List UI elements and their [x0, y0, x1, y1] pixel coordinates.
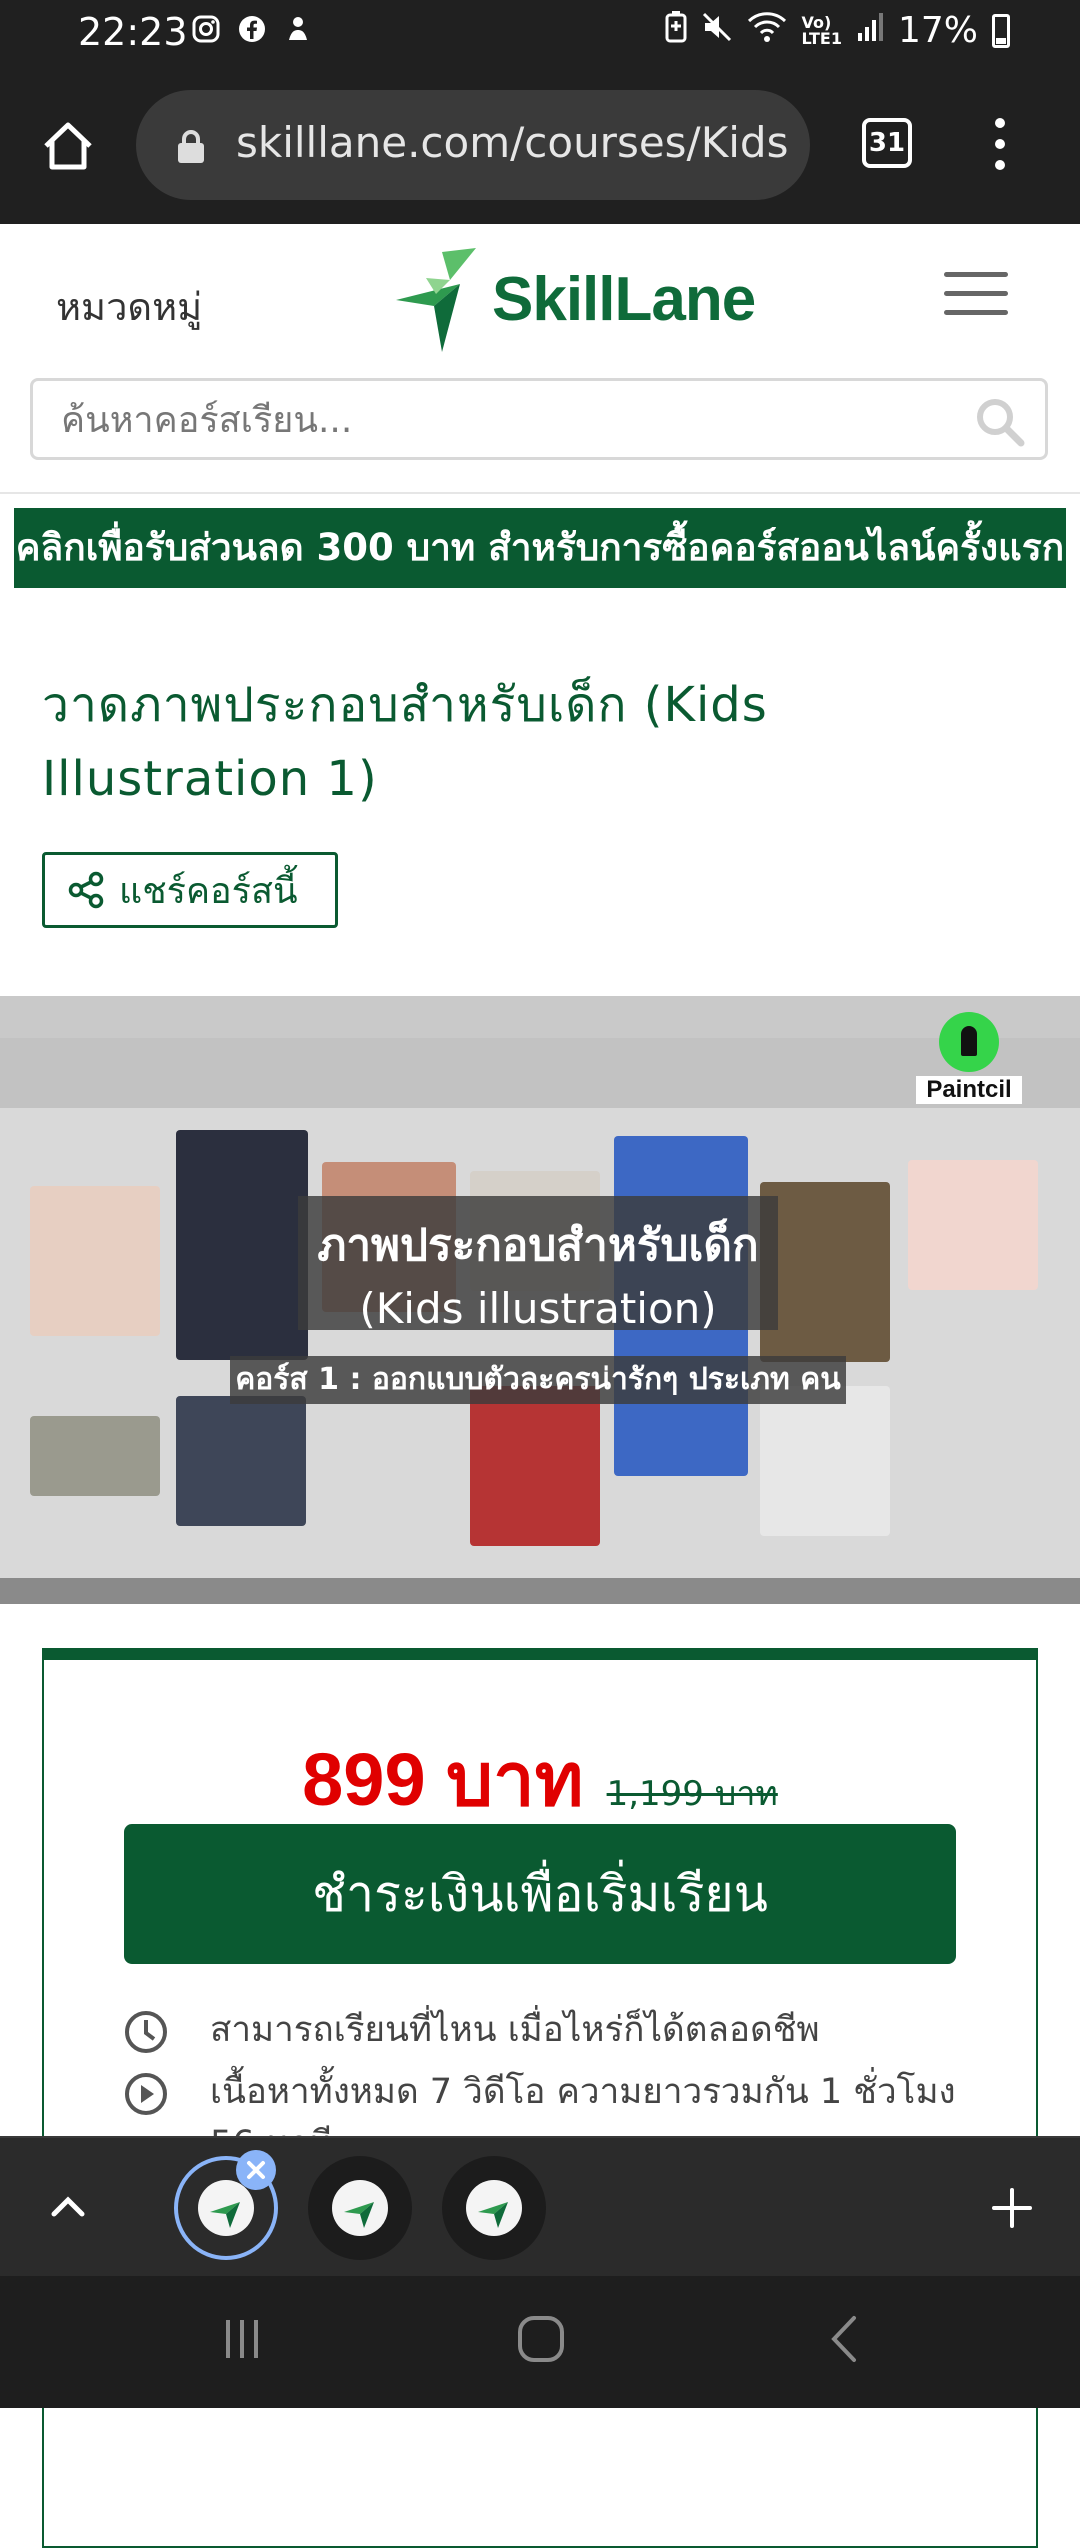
- status-left-icons: [190, 14, 314, 46]
- original-price: 1,199 บาท: [606, 1774, 778, 1814]
- tab-bubble[interactable]: [442, 2156, 546, 2260]
- paintcil-logo: Paintcil: [916, 1012, 1022, 1104]
- skilllane-logo[interactable]: SkillLane: [386, 244, 756, 354]
- volte-icon: Vo) LTE1: [801, 12, 842, 48]
- share-icon: [68, 871, 104, 909]
- search-box: [30, 378, 1048, 460]
- more-options-icon[interactable]: [990, 118, 1010, 178]
- search-input[interactable]: [59, 395, 963, 445]
- mute-icon: [701, 11, 733, 50]
- course-video-thumbnail[interactable]: ภาพประกอบสำหรับเด็ก (Kids illustration) …: [0, 996, 1080, 1604]
- promo-banner[interactable]: คลิกเพื่อรับส่วนลด 300 บาท สำหรับการซื้อ…: [14, 508, 1066, 588]
- site-header: หมวดหมู่ SkillLane: [0, 224, 1080, 494]
- status-right: Vo) LTE1 17%: [665, 10, 1010, 51]
- price-card: 899 บาท 1,199 บาท ชำระเงินเพื่อเริ่มเรีย…: [42, 1648, 1038, 2548]
- skilllane-logo-icon: [396, 248, 476, 352]
- recent-apps-icon[interactable]: [220, 2316, 266, 2362]
- clock-icon: [125, 2011, 167, 2053]
- close-tab-icon[interactable]: [236, 2150, 276, 2190]
- facebook-icon: [236, 14, 268, 46]
- skilllane-favicon-icon: [332, 2180, 388, 2236]
- play-circle-icon: [125, 2073, 167, 2115]
- video-bg-tile: [760, 1386, 890, 1536]
- video-bg-tile: [176, 1130, 308, 1360]
- tab-bubble[interactable]: [308, 2156, 412, 2260]
- video-bg-tile: [470, 1386, 600, 1546]
- battery-icon: [992, 13, 1010, 48]
- lock-icon: [178, 130, 204, 163]
- instagram-icon: [190, 14, 222, 46]
- video-title-line1: ภาพประกอบสำหรับเด็ก: [317, 1220, 759, 1271]
- video-subtitle: คอร์ส 1 : ออกแบบตัวละครน่ารักๆ ประเภท คน: [230, 1356, 846, 1404]
- categories-link[interactable]: หมวดหมู่: [56, 276, 202, 337]
- url-text: skilllane.com/courses/Kids: [236, 118, 789, 167]
- notification-icon: [282, 14, 314, 46]
- status-time: 22:23: [78, 10, 188, 54]
- paintcil-mascot-icon: [939, 1012, 999, 1072]
- home-nav-icon[interactable]: [516, 2314, 566, 2364]
- status-bar: 22:23 Vo) LTE1 17%: [0, 0, 1080, 68]
- paintcil-name: Paintcil: [916, 1076, 1022, 1104]
- logo-text: SkillLane: [492, 264, 756, 334]
- video-overlay-title: ภาพประกอบสำหรับเด็ก (Kids illustration): [298, 1196, 778, 1333]
- current-price: 899 บาท: [302, 1738, 584, 1821]
- price-row: 899 บาท 1,199 บาท: [44, 1720, 1036, 1838]
- home-button[interactable]: [38, 116, 98, 176]
- video-bg-taskbar: [0, 1578, 1080, 1604]
- tab-switcher-button[interactable]: 31: [862, 118, 912, 168]
- new-tab-plus-icon[interactable]: [990, 2186, 1034, 2230]
- video-bg-tile: [30, 1186, 160, 1336]
- system-navigation-bar: [0, 2276, 1080, 2408]
- feature-text: สามารถเรียนที่ไหน เมื่อไหร่ก็ได้ตลอดชีพ: [210, 2010, 820, 2050]
- browser-toolbar: skilllane.com/courses/Kids 31: [0, 68, 1080, 224]
- signal-icon: [856, 11, 884, 50]
- course-title: วาดภาพประกอบสำหรับเด็ก (Kids Illustratio…: [42, 677, 768, 807]
- tab-strip: [0, 2136, 1080, 2278]
- wifi-icon: [747, 11, 787, 50]
- address-bar[interactable]: skilllane.com/courses/Kids: [136, 90, 810, 200]
- video-bg-tile: [760, 1182, 890, 1362]
- video-title-line2: (Kids illustration): [359, 1284, 717, 1333]
- video-bg-tile: [908, 1160, 1038, 1290]
- home-icon: [44, 122, 92, 170]
- video-bg-tile: [176, 1396, 306, 1526]
- video-bg-tile: [30, 1416, 160, 1496]
- hamburger-menu-icon[interactable]: [944, 272, 1008, 316]
- battery-saver-icon: [665, 11, 687, 50]
- share-label: แชร์คอร์สนี้: [119, 870, 298, 912]
- chevron-up-icon[interactable]: [46, 2184, 90, 2228]
- search-icon[interactable]: [973, 395, 1027, 449]
- back-icon[interactable]: [826, 2314, 862, 2364]
- skilllane-favicon-icon: [466, 2180, 522, 2236]
- battery-percent: 17%: [897, 10, 978, 51]
- share-course-button[interactable]: แชร์คอร์สนี้: [42, 852, 338, 928]
- feature-item: สามารถเรียนที่ไหน เมื่อไหร่ก็ได้ตลอดชีพ: [124, 2004, 964, 2056]
- pay-to-start-button[interactable]: ชำระเงินเพื่อเริ่มเรียน: [124, 1824, 956, 1964]
